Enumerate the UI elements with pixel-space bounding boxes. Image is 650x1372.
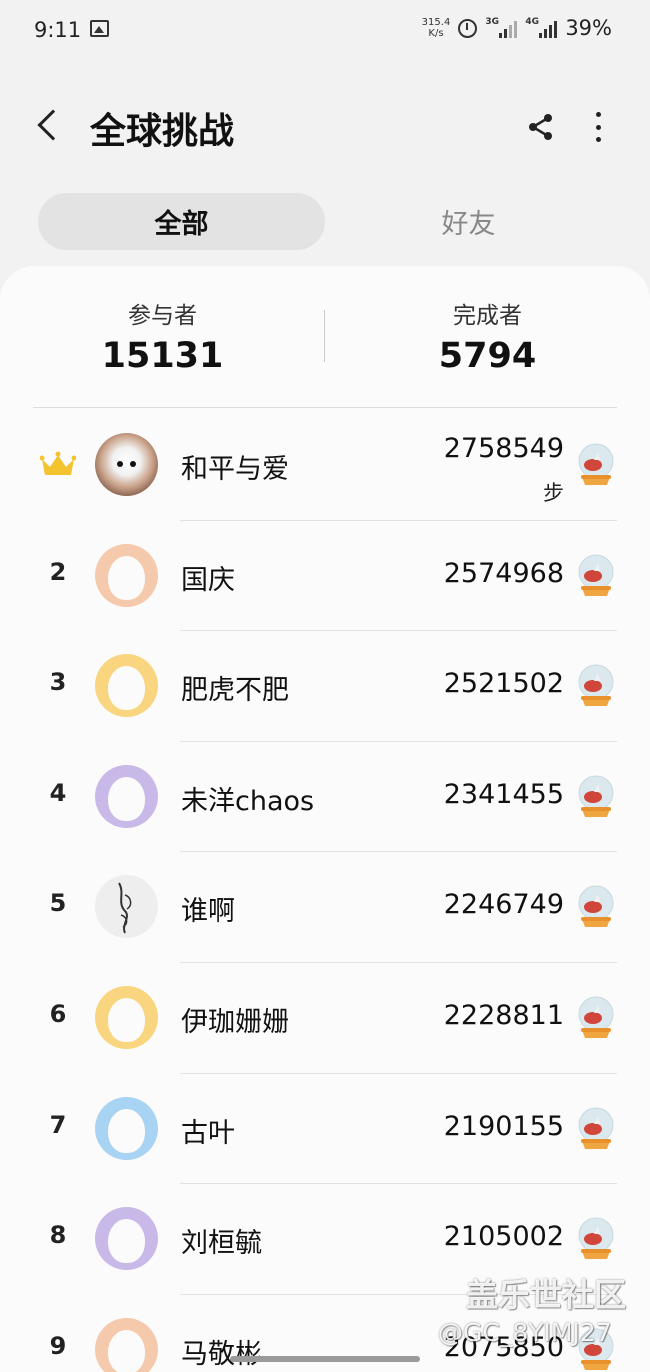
watermark-brand: 盖乐世社区: [466, 1276, 627, 1314]
network-speed-unit: K/s: [428, 28, 444, 39]
rank-number: 4: [49, 778, 67, 807]
avatar[interactable]: [95, 875, 158, 939]
snow-globe-icon: [578, 996, 614, 1038]
snow-globe-icon: [578, 885, 614, 928]
user-name: 肥虎不肥: [181, 675, 289, 707]
network-speed-value: 315.4: [421, 17, 451, 28]
user-name: 刘桓毓: [181, 1228, 262, 1260]
signal-icon: 4G: [525, 17, 558, 38]
user-name: 未洋chaos: [181, 785, 315, 817]
step-count: 2105002: [443, 1221, 564, 1253]
avatar[interactable]: [95, 654, 158, 718]
snow-globe-icon: [578, 775, 614, 817]
step-count: 2758549: [443, 433, 564, 464]
row-divider: [180, 1183, 617, 1185]
leaderboard-card: 参与者 15131 完成者 5794 和平与爱 2758549 步 2 国庆 257496…: [0, 266, 650, 1372]
snow-globe-icon: [578, 664, 614, 707]
snow-globe-icon: [578, 1217, 614, 1260]
home-indicator[interactable]: [230, 1356, 420, 1362]
battery-level: 39%: [565, 16, 612, 40]
step-count: 2521502: [443, 668, 564, 700]
participants-value: 15131: [101, 336, 224, 376]
finishers-label: 完成者: [453, 303, 522, 329]
watermark-user: @GC_8YIMJ27: [438, 1318, 612, 1347]
user-name: 伊珈姗姗: [181, 1007, 289, 1038]
signal-label-4g: 4G: [525, 17, 539, 27]
row-divider: [180, 630, 617, 632]
leaderboard-row[interactable]: 6 伊珈姗姗 2228811: [0, 962, 650, 1072]
row-divider: [180, 1072, 617, 1074]
step-count: 2341455: [443, 778, 564, 810]
user-name: 古叶: [181, 1117, 235, 1149]
leaderboard-row[interactable]: 5 谁啊 2246749: [0, 851, 650, 961]
steps-unit: 步: [543, 481, 564, 505]
user-name: 马敬彬: [181, 1338, 262, 1370]
avatar[interactable]: [95, 1317, 158, 1372]
step-count: 2246749: [443, 889, 564, 921]
snow-globe-icon: [578, 554, 614, 596]
tab-bar: 全部 好友: [38, 193, 614, 251]
avatar[interactable]: [95, 1096, 158, 1160]
step-count: 2190155: [443, 1110, 564, 1142]
user-name: 谁啊: [181, 896, 235, 928]
step-count: 2574968: [443, 557, 564, 589]
challenge-stats: 参与者 15131 完成者 5794: [0, 266, 650, 406]
step-count: 2228811: [443, 1000, 564, 1031]
user-name: 和平与爱: [181, 454, 289, 485]
snow-globe-icon: [578, 443, 614, 485]
rank-number: 8: [49, 1221, 67, 1250]
row-divider: [180, 962, 617, 963]
avatar[interactable]: [95, 543, 158, 607]
signal-label-3g: 3G: [485, 17, 499, 27]
rank-number: 5: [49, 889, 67, 918]
rank-number: 7: [49, 1110, 67, 1139]
app-header: 全球挑战: [0, 96, 650, 162]
signal-icon: 3G: [485, 17, 518, 38]
divider: [33, 407, 617, 408]
crown-icon: [40, 451, 76, 475]
tab-friends[interactable]: 好友: [325, 193, 612, 250]
page-title: 全球挑战: [90, 111, 235, 152]
snow-globe-icon: [578, 1107, 614, 1149]
finishers-value: 5794: [438, 336, 537, 376]
avatar[interactable]: [95, 1207, 158, 1271]
row-divider: [180, 851, 617, 853]
leaderboard-row[interactable]: 和平与爱 2758549 步: [0, 409, 650, 519]
status-indicators: 315.4 K/s 3G 4G 39%: [422, 16, 612, 40]
leaderboard-row[interactable]: 3 肥虎不肥 2521502: [0, 630, 650, 740]
rank-number: 2: [49, 557, 67, 586]
rank-number: 9: [49, 1331, 67, 1360]
network-speed: 315.4 K/s: [422, 17, 451, 39]
leaderboard-row[interactable]: 7 古叶 2190155: [0, 1072, 650, 1183]
rank-number: 6: [49, 1000, 67, 1028]
leaderboard-row[interactable]: 2 国庆 2574968: [0, 519, 650, 630]
participants-label: 参与者: [128, 303, 197, 329]
gallery-icon: [90, 20, 109, 37]
status-time: 9:11: [34, 18, 82, 42]
leaderboard-row[interactable]: 4 未洋chaos 2341455: [0, 740, 650, 851]
row-divider: [180, 519, 617, 521]
avatar[interactable]: [95, 433, 158, 496]
avatar[interactable]: [95, 764, 158, 828]
back-icon[interactable]: [37, 109, 69, 141]
avatar[interactable]: [95, 986, 158, 1049]
alarm-icon: [458, 18, 478, 38]
rank-number: 3: [49, 668, 67, 697]
finishers-stat: 完成者 5794: [325, 296, 650, 376]
user-name: 国庆: [181, 564, 235, 596]
row-divider: [180, 740, 617, 742]
share-icon[interactable]: [526, 112, 556, 142]
more-icon[interactable]: [594, 112, 602, 142]
status-bar: 9:11 315.4 K/s 3G 4G 39%: [0, 0, 650, 62]
participants-stat: 参与者 15131: [0, 296, 325, 376]
tab-all[interactable]: 全部: [38, 193, 325, 250]
